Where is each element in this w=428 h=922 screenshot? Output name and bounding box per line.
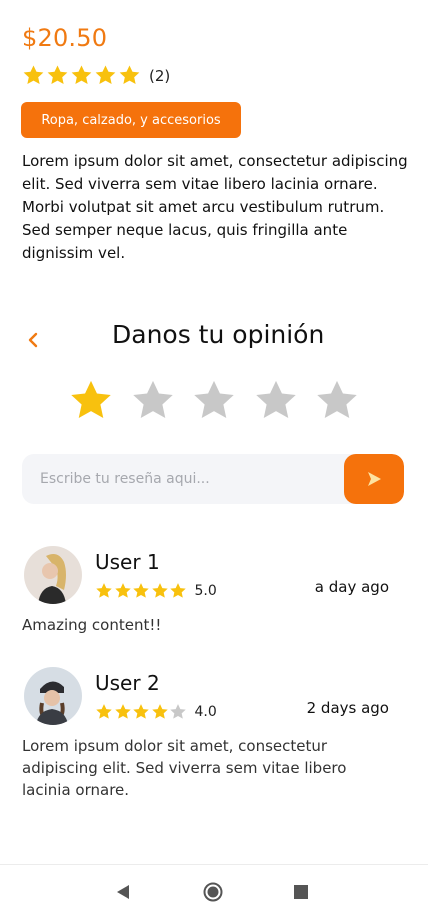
nav-divider	[0, 864, 428, 865]
review-score: 4.0	[194, 704, 217, 720]
star-icon	[133, 704, 149, 719]
star-rating-input[interactable]	[68, 378, 376, 424]
star-icon[interactable]	[191, 378, 237, 424]
product-rating: (2)	[22, 64, 170, 87]
star-icon	[114, 583, 131, 598]
send-arrow-icon	[368, 472, 381, 486]
rating-count: (2)	[149, 66, 171, 85]
star-icon	[151, 583, 168, 598]
category-button[interactable]: Ropa, calzado, y accesorios	[21, 102, 241, 138]
star-icon	[170, 583, 186, 598]
star-icon	[47, 65, 68, 85]
star-icon	[151, 704, 168, 719]
chevron-left-icon[interactable]	[26, 330, 40, 350]
review-item: User 2 4.0 2 days ago Lorem ipsum dolor …	[22, 667, 407, 807]
star-icon	[170, 704, 186, 719]
circle-home-icon[interactable]	[203, 882, 223, 902]
review-text: Amazing content!!	[22, 616, 162, 634]
avatar	[24, 667, 82, 725]
review-date: a day ago	[314, 578, 389, 596]
star-icon	[114, 704, 131, 719]
star-icon[interactable]	[253, 378, 299, 424]
review-rating: 5.0	[95, 582, 217, 600]
star-icon	[96, 704, 112, 719]
opinion-title: Danos tu opinión	[112, 320, 325, 349]
review-rating: 4.0	[95, 703, 217, 721]
star-icon	[133, 583, 149, 598]
review-score: 5.0	[194, 583, 217, 599]
star-icon	[95, 65, 116, 85]
review-date: 2 days ago	[306, 699, 389, 717]
avatar	[24, 546, 82, 604]
triangle-back-icon[interactable]	[116, 884, 130, 900]
product-description: Lorem ipsum dolor sit amet, consectetur …	[22, 152, 408, 262]
review-item: User 1 5.0 a day ago Amazing content!!	[22, 546, 407, 636]
star-icon[interactable]	[130, 378, 176, 424]
review-input[interactable]	[22, 454, 342, 504]
user-name: User 2	[95, 671, 160, 695]
star-icon[interactable]	[314, 378, 360, 424]
user-name: User 1	[95, 550, 160, 574]
price: $20.50	[22, 24, 108, 52]
star-icon	[96, 583, 112, 598]
star-icon[interactable]	[68, 378, 114, 424]
star-icon	[119, 65, 140, 85]
star-icon	[23, 65, 44, 85]
star-icon	[71, 65, 92, 85]
square-recent-icon[interactable]	[294, 885, 308, 899]
review-field	[22, 454, 404, 504]
send-button[interactable]	[344, 454, 404, 504]
review-text: Lorem ipsum dolor sit amet, consectetur …	[22, 737, 347, 799]
